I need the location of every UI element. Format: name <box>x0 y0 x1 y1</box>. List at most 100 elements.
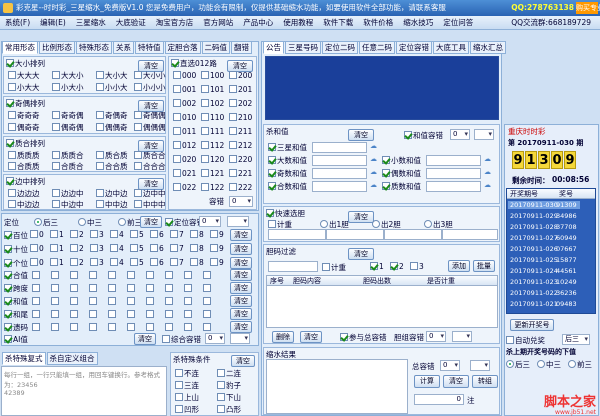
combo-digit-checkbox[interactable] <box>203 323 211 331</box>
combo-digit-checkbox[interactable] <box>70 323 78 331</box>
dan-input-4[interactable] <box>442 229 498 240</box>
odd-item[interactable]: 奇偶奇 <box>96 110 128 121</box>
mid-item[interactable]: 中中中 <box>134 199 166 210</box>
odd-item[interactable]: 奇奇偶 <box>52 110 84 121</box>
dan-clear-button[interactable]: 清空 <box>348 211 374 223</box>
size-item[interactable]: 大大小 <box>52 70 84 81</box>
cloud-icon[interactable]: ☁ <box>484 168 491 176</box>
special-item[interactable]: 凸形 <box>217 404 241 415</box>
menu-tips[interactable]: 缩水技巧 <box>398 16 438 30</box>
danma-add-button[interactable]: 添加 <box>448 260 470 272</box>
menu-download[interactable]: 软件下载 <box>318 16 358 30</box>
direct-item[interactable]: 121 <box>201 169 224 178</box>
direct-item[interactable]: 201 <box>229 85 252 94</box>
mid-item[interactable]: 边边边 <box>8 188 40 199</box>
direct-item[interactable]: 010 <box>173 113 196 122</box>
combo-tolerance-select-2[interactable] <box>230 333 250 344</box>
direct-item[interactable]: 020 <box>173 155 196 164</box>
position-digit[interactable]: 0 <box>30 230 44 239</box>
combo-digit-checkbox[interactable] <box>51 310 59 318</box>
position-digit[interactable]: 4 <box>110 244 124 253</box>
position-digit[interactable]: 0 <box>30 258 44 267</box>
combo-digit-checkbox[interactable] <box>165 284 173 292</box>
sum-row-input[interactable] <box>312 142 367 153</box>
pos-opt-mid3[interactable]: 中三 <box>78 217 102 228</box>
position-digit[interactable]: 9 <box>210 230 224 239</box>
tab-special[interactable]: 特殊形态 <box>76 41 112 54</box>
refresh-draw-button[interactable]: 更新开奖号 <box>510 319 554 331</box>
combo-digit-checkbox[interactable] <box>146 323 154 331</box>
danma-clear-button[interactable]: 清空 <box>348 248 374 260</box>
position-digit[interactable]: 5 <box>130 230 144 239</box>
combo-digit-checkbox[interactable] <box>203 310 211 318</box>
combo-digit-checkbox[interactable] <box>146 310 154 318</box>
combo-digit-checkbox[interactable] <box>108 323 116 331</box>
position-digit[interactable]: 7 <box>170 258 184 267</box>
special-item[interactable]: 不连 <box>175 368 199 379</box>
danma-weight[interactable]: 计重 <box>322 262 346 273</box>
kill-opt-mid3[interactable]: 中三 <box>537 359 561 370</box>
dan-enable-checkbox[interactable] <box>266 209 274 217</box>
direct-item[interactable]: 122 <box>201 183 224 192</box>
combo-digit-checkbox[interactable] <box>51 323 59 331</box>
combo-digit-checkbox[interactable] <box>70 310 78 318</box>
combo-digit-checkbox[interactable] <box>165 297 173 305</box>
cloud-icon[interactable]: ☁ <box>370 168 377 176</box>
calc-button[interactable]: 计算 <box>414 375 440 388</box>
danma-input[interactable] <box>268 261 318 272</box>
prime-item[interactable]: 合质合 <box>52 161 84 172</box>
combo-digit-checkbox[interactable] <box>184 271 192 279</box>
tab-dan[interactable]: 定胆合落 <box>164 41 201 54</box>
direct-item[interactable]: 011 <box>173 127 196 136</box>
direct-tolerance-select[interactable]: 0 <box>229 196 253 207</box>
position-digit[interactable]: 8 <box>190 258 204 267</box>
sum-clear-button[interactable]: 清空 <box>348 129 374 141</box>
combo-digit-checkbox[interactable] <box>203 284 211 292</box>
sum-row-input[interactable] <box>426 168 481 179</box>
prime-enable-checkbox[interactable] <box>6 139 14 147</box>
combo-row-clear-button[interactable]: 清空 <box>230 308 252 320</box>
tab-notice[interactable]: 公告 <box>263 41 284 54</box>
draw-history-row[interactable]: 20170911-024 44561 <box>508 267 580 275</box>
danma-combine[interactable]: 参与总容错 <box>340 332 387 343</box>
sum-row-label[interactable]: 小数和值 <box>382 155 421 166</box>
combo-digit-checkbox[interactable] <box>32 323 40 331</box>
tab-pos-two[interactable]: 定位二码 <box>322 41 358 54</box>
draw-history-row[interactable]: 20170911-025 15877 <box>508 256 580 264</box>
mid-item[interactable]: 边中边 <box>96 188 128 199</box>
position-digit[interactable]: 1 <box>50 230 64 239</box>
odd-item[interactable]: 偶奇偶 <box>52 122 84 133</box>
combo-digit-checkbox[interactable] <box>108 297 116 305</box>
position-row-clear-button[interactable]: 清空 <box>230 243 252 255</box>
danma-count-2[interactable]: 2 <box>390 262 404 271</box>
tab-error[interactable]: 翻错 <box>231 41 252 54</box>
prime-item[interactable]: 合合质 <box>96 161 128 172</box>
direct-item[interactable]: 102 <box>201 99 224 108</box>
combo-digit-checkbox[interactable] <box>146 271 154 279</box>
kill-opt-first3[interactable]: 前三 <box>568 359 592 370</box>
combo-row-label[interactable]: 跨度 <box>4 283 28 294</box>
position-tolerance-select[interactable]: 0 <box>199 216 221 227</box>
size-enable-checkbox[interactable] <box>6 59 14 67</box>
size-item[interactable]: 小小小 <box>134 82 166 93</box>
size-item[interactable]: 小小大 <box>96 82 128 93</box>
position-row-label[interactable]: 个位 <box>4 258 28 269</box>
position-row-label[interactable]: 十位 <box>4 244 28 255</box>
draw-history-row[interactable]: 20170911-026 07667 <box>508 245 580 253</box>
prime-item[interactable]: 质质质 <box>8 150 40 161</box>
combo-digit-checkbox[interactable] <box>127 323 135 331</box>
sum-row-input[interactable] <box>312 181 367 192</box>
position-row-clear-button[interactable]: 清空 <box>230 257 252 269</box>
direct-enable-checkbox[interactable] <box>171 59 179 67</box>
direct-item[interactable]: 022 <box>173 183 196 192</box>
buy-pro-button[interactable]: 购买专业版 <box>576 2 600 14</box>
position-digit[interactable]: 2 <box>70 258 84 267</box>
tab-kill-special[interactable]: 杀特殊复式 <box>2 352 46 365</box>
tab-common[interactable]: 常用形态 <box>2 41 38 54</box>
draw-history-row[interactable]: 20170911-030 91309 <box>508 201 580 209</box>
mid-item[interactable]: 中边边 <box>8 199 40 210</box>
size-item[interactable]: 大小小 <box>134 70 166 81</box>
menu-products[interactable]: 产品中心 <box>238 16 278 30</box>
danma-tolerance-select-2[interactable] <box>452 331 472 342</box>
mid-item[interactable]: 中边中 <box>52 199 84 210</box>
